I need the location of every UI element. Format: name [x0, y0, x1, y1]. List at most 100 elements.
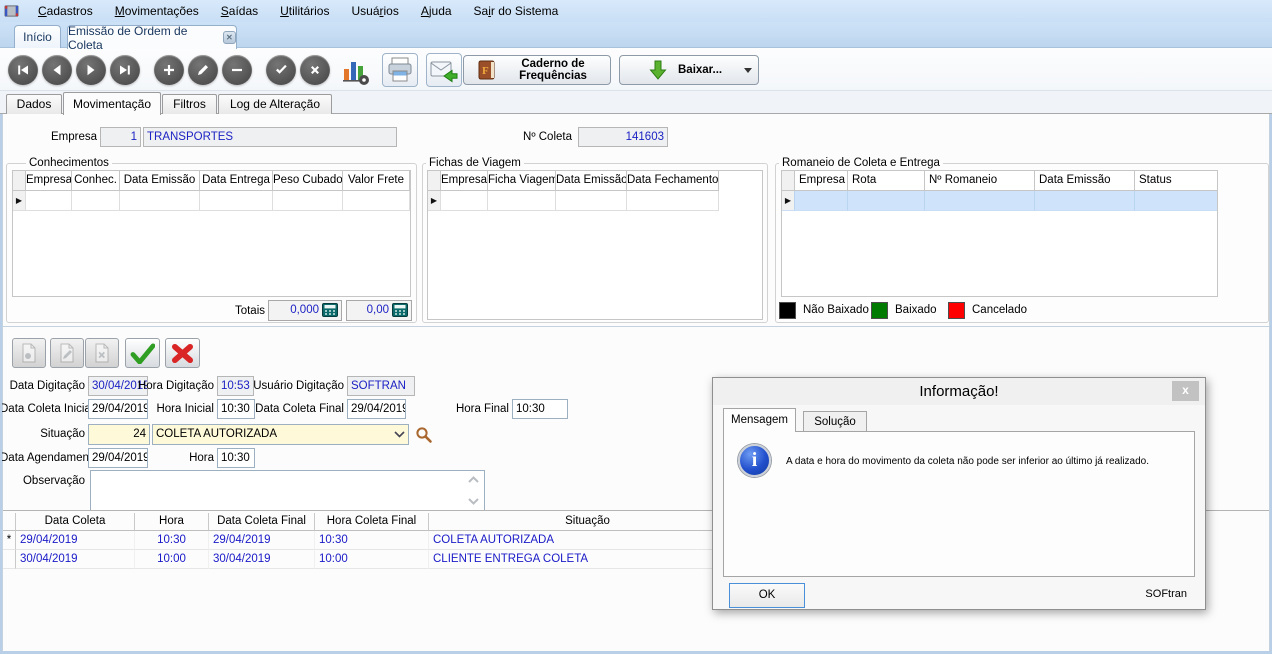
baixar-dropdown-caret[interactable]	[744, 67, 753, 73]
subtab-movimentacao[interactable]: Movimentação	[63, 92, 161, 115]
calculator-icon[interactable]	[392, 303, 408, 317]
col-data-coleta[interactable]: Data Coleta	[16, 513, 135, 531]
scroll-up-icon[interactable]	[468, 476, 479, 483]
menu-ajuda[interactable]: Ajuda	[410, 0, 463, 22]
ncoleta-label: Nº Coleta	[523, 131, 572, 143]
dialog-close-button[interactable]: x	[1172, 381, 1199, 401]
nav-next-button[interactable]	[76, 55, 106, 85]
data-coleta-final-field[interactable]: 29/04/2019	[347, 399, 406, 419]
data-coleta-inicial-label: Data Coleta Inicial	[0, 403, 94, 415]
caderno-frequencias-button[interactable]: F Caderno de Frequências	[463, 55, 611, 85]
empresa-name-field: TRANSPORTES	[143, 127, 397, 147]
tab-emissao-ordem-coleta[interactable]: Emissão de Ordem de Coleta ✕	[67, 24, 237, 52]
confirm-button[interactable]	[266, 55, 296, 85]
movement-cancel-button[interactable]	[165, 338, 200, 368]
menu-bar: Cadastros Movimentações Saídas Utilitári…	[0, 0, 1272, 22]
legend-label-cancelado: Cancelado	[972, 304, 1027, 316]
movement-edit-button[interactable]	[50, 338, 84, 368]
tab-inicio[interactable]: Início	[14, 25, 61, 48]
observacao-textarea[interactable]	[90, 470, 485, 512]
col-situacao[interactable]: Situação	[429, 513, 747, 531]
book-icon: F	[478, 60, 495, 80]
menu-cadastros[interactable]: Cadastros	[27, 0, 104, 22]
col-conhec[interactable]: Conhec.	[72, 171, 120, 191]
subtab-filtros[interactable]: Filtros	[162, 94, 217, 114]
col-empresa[interactable]: Empresa	[441, 171, 488, 191]
col-hora-coleta-final[interactable]: Hora Coleta Final	[315, 513, 429, 531]
fichas-header-row: Empresa Ficha Viagem Data Emissão Data F…	[428, 171, 762, 191]
calculator-icon[interactable]	[322, 303, 338, 317]
menu-saidas[interactable]: Saídas	[210, 0, 269, 22]
dialog-brand: SOFtran	[1145, 588, 1187, 600]
col-empresa[interactable]: Empresa	[795, 171, 848, 191]
conhecimentos-empty-row: ▶	[13, 191, 410, 211]
document-icon	[22, 343, 36, 363]
add-record-button[interactable]	[154, 55, 184, 85]
menu-movimentacoes[interactable]: Movimentações	[104, 0, 210, 22]
observacao-label: Observação	[22, 475, 85, 487]
combo-chevron-icon[interactable]	[394, 431, 405, 438]
movement-confirm-button[interactable]	[125, 338, 160, 368]
dialog-tab-solucao[interactable]: Solução	[803, 411, 867, 432]
row-indicator	[3, 550, 16, 569]
chart-button[interactable]	[340, 56, 370, 86]
legend-label-baixado: Baixado	[895, 304, 937, 316]
situacao-code-field[interactable]: 24	[88, 424, 150, 445]
tab-close-icon[interactable]: ✕	[222, 31, 236, 44]
menu-utilitarios[interactable]: Utilitários	[269, 0, 340, 22]
nav-last-button[interactable]	[110, 55, 140, 85]
group-fichas-title: Fichas de Viagem	[426, 157, 524, 170]
hora-final-field[interactable]: 10:30	[512, 399, 568, 419]
hora-inicial-label: Hora Inicial	[156, 403, 214, 415]
col-data-emissao[interactable]: Data Emissão	[556, 171, 627, 191]
col-rota[interactable]: Rota	[848, 171, 925, 191]
menu-sair[interactable]: Sair do Sistema	[463, 0, 570, 22]
hora-agendamento-field[interactable]: 10:30	[217, 448, 255, 468]
subtab-log-alteracao[interactable]: Log de Alteração	[218, 94, 332, 114]
delete-record-button[interactable]	[222, 55, 252, 85]
window-tab-strip: Início Emissão de Ordem de Coleta ✕	[0, 22, 1272, 52]
situacao-combo[interactable]: COLETA AUTORIZADA	[152, 424, 409, 445]
col-data-coleta-final[interactable]: Data Coleta Final	[209, 513, 315, 531]
indicator-header-cell	[3, 513, 16, 531]
col-data-emissao[interactable]: Data Emissão	[120, 171, 200, 191]
ncoleta-field: 141603	[578, 127, 668, 147]
totais-label: Totais	[234, 305, 265, 317]
print-button[interactable]	[382, 53, 418, 87]
group-conhecimentos-title: Conhecimentos	[26, 157, 112, 170]
baixar-button[interactable]: Baixar...	[619, 55, 759, 85]
col-ficha-viagem[interactable]: Ficha Viagem	[488, 171, 556, 191]
menu-usuarios[interactable]: Usuários	[340, 0, 409, 22]
dialog-tab-mensagem[interactable]: Mensagem	[723, 408, 796, 432]
tab-inicio-label: Início	[23, 30, 52, 44]
edit-record-button[interactable]	[188, 55, 218, 85]
dialog-ok-button[interactable]: OK	[729, 583, 805, 608]
col-status[interactable]: Status	[1135, 171, 1217, 191]
scroll-down-icon[interactable]	[468, 498, 479, 505]
send-mail-button[interactable]	[426, 53, 462, 87]
col-hora[interactable]: Hora	[135, 513, 209, 531]
col-n-romaneio[interactable]: Nº Romaneio	[925, 171, 1035, 191]
hora-digitacao-label: Hora Digitação	[137, 380, 214, 392]
col-peso-cubado[interactable]: Peso Cubado	[273, 171, 343, 191]
nav-first-button[interactable]	[8, 55, 38, 85]
col-data-emissao[interactable]: Data Emissão	[1035, 171, 1135, 191]
subtab-dados[interactable]: Dados	[6, 94, 62, 114]
col-valor-frete[interactable]: Valor Frete	[343, 171, 410, 191]
data-digitacao-label: Data Digitação	[9, 380, 85, 392]
indicator-header-cell	[428, 171, 441, 191]
fichas-empty-row: ▶	[428, 191, 762, 211]
nav-previous-button[interactable]	[42, 55, 72, 85]
legend-color-nao-baixado	[779, 302, 796, 319]
col-empresa[interactable]: Empresa	[26, 171, 72, 191]
search-magnifier-icon[interactable]	[414, 425, 434, 445]
col-data-entrega[interactable]: Data Entrega	[200, 171, 273, 191]
window-frame-left	[0, 48, 2, 654]
subtab-movimentacao-label: Movimentação	[72, 97, 152, 111]
movement-add-button[interactable]	[12, 338, 46, 368]
romaneio-selected-row[interactable]: ▶	[782, 191, 1217, 211]
conhecimentos-header-row: Empresa Conhec. Data Emissão Data Entreg…	[13, 171, 410, 191]
col-data-fechamento[interactable]: Data Fechamento	[627, 171, 719, 191]
movement-delete-button[interactable]	[85, 338, 119, 368]
cancel-button[interactable]	[300, 55, 330, 85]
